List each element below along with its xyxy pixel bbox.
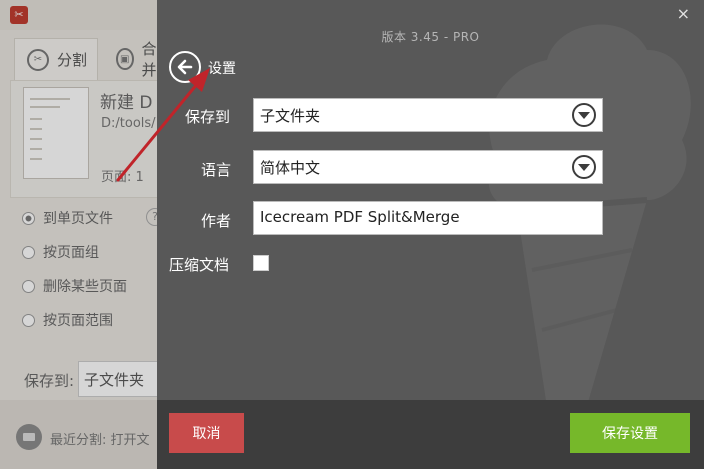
save-to-dropdown[interactable]: 子文件夹 bbox=[253, 98, 603, 132]
save-to-dropdown-value: 子文件夹 bbox=[260, 107, 321, 125]
arrow-left-icon bbox=[177, 59, 193, 75]
save-to-field-label: 保存到 bbox=[185, 108, 231, 126]
compress-checkbox[interactable] bbox=[253, 255, 269, 271]
language-dropdown[interactable]: 简体中文 bbox=[253, 150, 603, 184]
settings-panel: × 版本 3.45 - PRO 设置 保存到 子文件夹 语言 简体中文 作者 I… bbox=[157, 0, 704, 469]
chevron-down-icon[interactable] bbox=[572, 103, 596, 127]
language-field-label: 语言 bbox=[201, 161, 232, 179]
settings-title: 设置 bbox=[208, 61, 236, 77]
cancel-button[interactable]: 取消 bbox=[169, 413, 244, 453]
save-settings-button[interactable]: 保存设置 bbox=[570, 413, 690, 453]
back-button[interactable] bbox=[169, 51, 201, 83]
chevron-down-icon[interactable] bbox=[572, 155, 596, 179]
author-field-label: 作者 bbox=[201, 212, 232, 230]
settings-footer: 取消 保存设置 bbox=[157, 400, 704, 469]
author-input[interactable]: Icecream PDF Split&Merge bbox=[253, 201, 603, 235]
close-button[interactable]: × bbox=[677, 4, 690, 23]
compress-field-label: 压缩文档 bbox=[169, 256, 230, 274]
language-dropdown-value: 简体中文 bbox=[260, 159, 321, 177]
version-label: 版本 3.45 - PRO bbox=[381, 30, 480, 44]
